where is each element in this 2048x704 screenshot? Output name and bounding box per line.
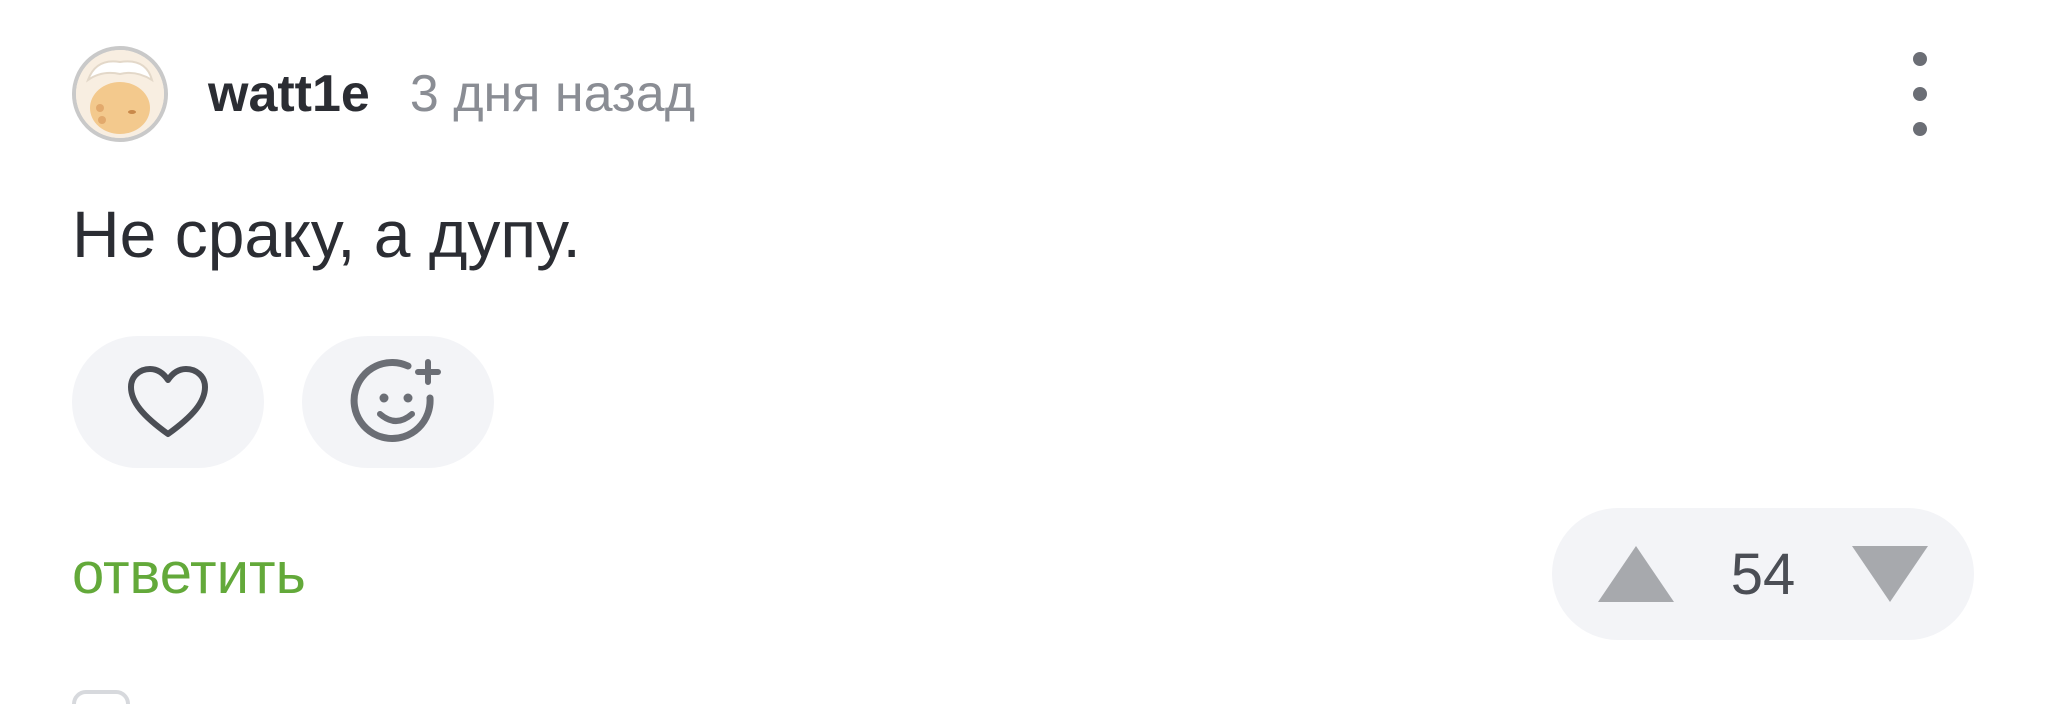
- more-dot: [1913, 122, 1927, 136]
- more-options-icon[interactable]: [1894, 52, 1946, 136]
- next-item-edge: [72, 690, 130, 704]
- avatar[interactable]: [72, 46, 168, 142]
- rating-count: 54: [1730, 541, 1796, 607]
- author-name[interactable]: watt1e: [208, 64, 370, 124]
- heart-icon: [128, 366, 208, 437]
- more-dot: [1913, 87, 1927, 101]
- comment-card: watt1e 3 дня назад Не сраку, а дупу. отв…: [0, 0, 2048, 704]
- reply-link[interactable]: ответить: [72, 540, 306, 607]
- avatar-image: [76, 50, 164, 138]
- comment-text: Не сраку, а дупу.: [72, 197, 581, 271]
- rating-control: 54: [1552, 508, 1974, 640]
- emoji-plus-icon: [350, 359, 441, 442]
- add-reaction-button[interactable]: [302, 336, 494, 468]
- triangle-up-icon[interactable]: [1596, 544, 1676, 604]
- like-button[interactable]: [72, 336, 264, 468]
- comment-header: watt1e 3 дня назад: [72, 44, 695, 144]
- timestamp: 3 дня назад: [409, 65, 696, 123]
- more-dot: [1913, 52, 1927, 66]
- triangle-down-icon[interactable]: [1850, 544, 1930, 604]
